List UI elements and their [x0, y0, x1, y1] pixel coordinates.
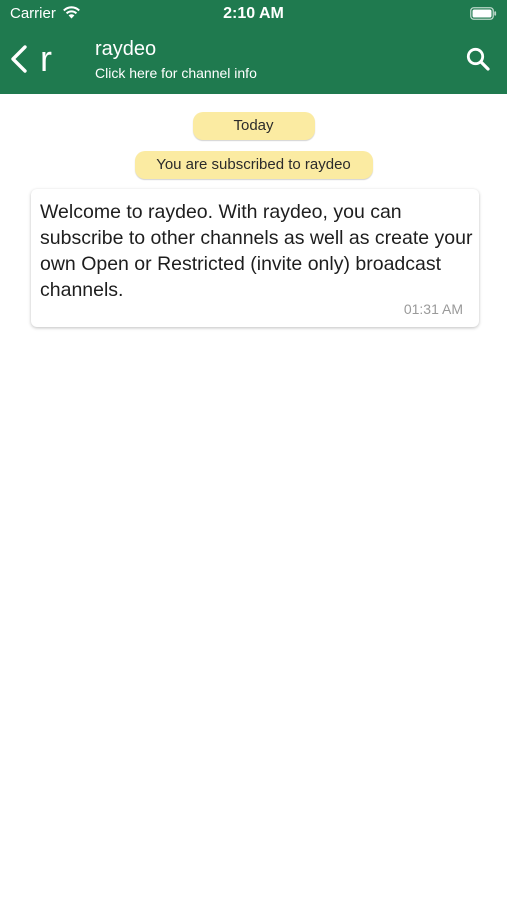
status-bar: Carrier 2:10 AM	[0, 0, 507, 28]
channel-info-subtitle: Click here for channel info	[95, 65, 257, 81]
message-timestamp: 01:31 AM	[403, 301, 463, 317]
channel-name: raydeo	[95, 38, 157, 60]
message-text: Welcome to raydeo. With raydeo, you can …	[40, 201, 473, 301]
subscription-notice-chip: You are subscribed to raydeo	[134, 151, 373, 179]
message-bubble[interactable]: Welcome to raydeo. With raydeo, you can …	[31, 189, 479, 327]
date-separator-chip: Today	[192, 112, 315, 140]
navigation-bar: r raydeo Click here for channel info	[0, 28, 507, 94]
status-time: 2:10 AM	[223, 5, 284, 22]
back-chevron-icon[interactable]	[8, 42, 32, 76]
battery-icon	[470, 7, 497, 20]
channel-info-button[interactable]: raydeo Click here for channel info	[95, 37, 257, 83]
app-header: Carrier 2:10 AM r raydeo Click here for …	[0, 0, 507, 94]
search-icon[interactable]	[465, 46, 491, 72]
channel-avatar[interactable]: r	[40, 37, 62, 81]
